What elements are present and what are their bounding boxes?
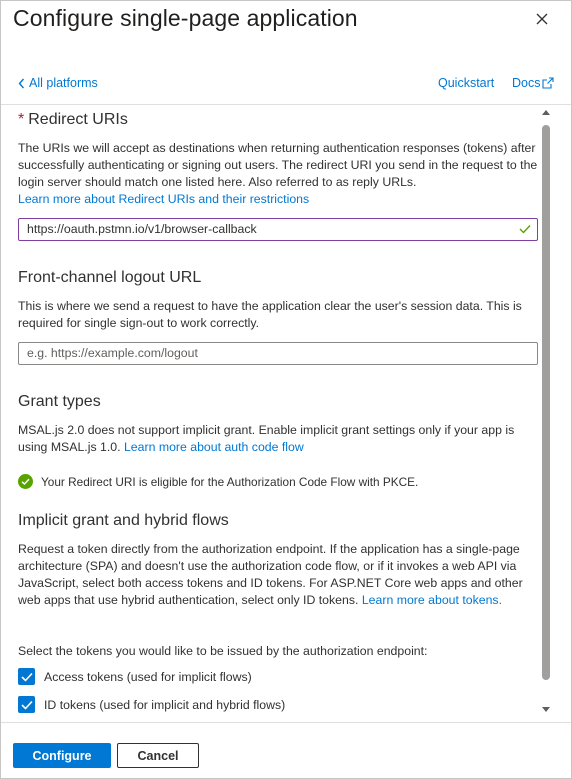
access-tokens-label: Access tokens (used for implicit flows) xyxy=(44,669,252,684)
implicit-grant-description: Request a token directly from the author… xyxy=(18,541,540,609)
grant-types-description: MSAL.js 2.0 does not support implicit gr… xyxy=(18,422,540,456)
nav-row: All platforms Quickstart Docs xyxy=(18,76,556,92)
id-tokens-label: ID tokens (used for implicit and hybrid … xyxy=(44,697,286,712)
vertical-scrollbar[interactable] xyxy=(541,105,551,722)
token-selection-prompt: Select the tokens you would like to be i… xyxy=(18,644,428,658)
pkce-status-text: Your Redirect URI is eligible for the Au… xyxy=(41,474,419,489)
logout-url-description: This is where we send a request to have … xyxy=(18,299,522,330)
success-check-circle-icon xyxy=(18,474,33,489)
docs-link[interactable]: Docs xyxy=(512,76,555,90)
checkmark-icon xyxy=(20,672,33,682)
id-tokens-option[interactable]: ID tokens (used for implicit and hybrid … xyxy=(18,696,285,713)
form-scroll-area[interactable]: * Redirect URIs The URIs we will accept a… xyxy=(1,104,571,722)
close-icon[interactable] xyxy=(533,10,551,28)
redirect-uris-heading-text: Redirect URIs xyxy=(28,111,128,128)
id-tokens-checkbox[interactable] xyxy=(18,696,35,713)
quickstart-link[interactable]: Quickstart xyxy=(438,76,494,90)
redirect-uris-description: The URIs we will accept as destinations … xyxy=(18,140,540,208)
all-platforms-label: All platforms xyxy=(29,76,98,90)
chevron-left-icon xyxy=(18,78,25,88)
scrollbar-thumb[interactable] xyxy=(542,125,550,680)
required-marker: * xyxy=(18,111,25,128)
redirect-uri-input[interactable]: https://oauth.pstmn.io/v1/browser-callba… xyxy=(18,218,538,241)
configure-button[interactable]: Configure xyxy=(13,743,111,768)
access-tokens-option[interactable]: Access tokens (used for implicit flows) xyxy=(18,668,252,685)
pkce-status: Your Redirect URI is eligible for the Au… xyxy=(18,474,418,489)
implicit-grant-heading: Implicit grant and hybrid flows xyxy=(18,512,229,529)
cancel-button[interactable]: Cancel xyxy=(117,743,199,768)
dialog-footer: Configure Cancel xyxy=(1,722,571,778)
valid-check-icon xyxy=(519,225,531,234)
logout-url-input[interactable]: e.g. https://example.com/logout xyxy=(18,342,538,365)
redirect-uris-heading: * Redirect URIs xyxy=(18,111,128,129)
docs-label: Docs xyxy=(512,76,541,90)
redirect-uri-value: https://oauth.pstmn.io/v1/browser-callba… xyxy=(27,222,257,236)
logout-url-placeholder: e.g. https://example.com/logout xyxy=(27,346,198,360)
scroll-down-arrow-icon[interactable] xyxy=(542,707,550,713)
scroll-up-arrow-icon[interactable] xyxy=(542,109,550,115)
tokens-learn-more-link[interactable]: Learn more about tokens. xyxy=(362,593,502,607)
redirect-uris-description-text: The URIs we will accept as destinations … xyxy=(18,141,538,189)
logout-url-heading: Front-channel logout URL xyxy=(18,269,202,286)
auth-code-flow-learn-more-link[interactable]: Learn more about auth code flow xyxy=(124,440,304,454)
checkmark-icon xyxy=(20,700,33,710)
external-link-icon xyxy=(542,77,555,89)
access-tokens-checkbox[interactable] xyxy=(18,668,35,685)
redirect-uris-learn-more-link[interactable]: Learn more about Redirect URIs and their… xyxy=(18,192,309,206)
dialog-title: Configure single-page application xyxy=(13,5,358,31)
grant-types-heading: Grant types xyxy=(18,393,101,410)
all-platforms-link[interactable]: All platforms xyxy=(18,76,98,90)
